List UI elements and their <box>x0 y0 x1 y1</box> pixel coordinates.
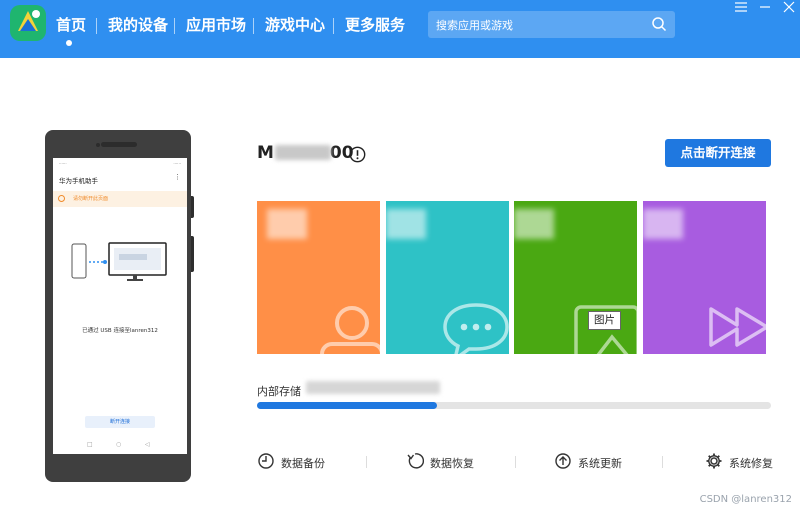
watermark: CSDN @lanren312 <box>699 494 792 505</box>
phone-home-icon: ○ <box>116 441 122 448</box>
videos-tile[interactable] <box>643 201 766 354</box>
action-divider <box>662 456 663 468</box>
redacted-storage-usage <box>306 381 440 394</box>
action-divider <box>366 456 367 468</box>
phone-earpiece <box>101 142 137 147</box>
nav-home[interactable]: 首页 <box>56 14 86 35</box>
gear-icon <box>706 453 722 469</box>
update-icon <box>555 453 571 469</box>
nav-divider <box>333 18 334 34</box>
contacts-icon <box>320 306 380 354</box>
minimize-icon[interactable] <box>757 0 773 14</box>
nav-game-center[interactable]: 游戏中心 <box>265 14 325 35</box>
info-icon[interactable] <box>349 146 366 163</box>
nav-active-indicator <box>66 40 72 46</box>
nav-app-market[interactable]: 应用市场 <box>186 14 246 35</box>
phone-warning-text: 请勿断开此页面 <box>73 196 109 202</box>
phone-side-button <box>191 196 194 218</box>
close-icon[interactable] <box>781 0 797 14</box>
nav-divider <box>96 18 97 34</box>
phone-warning-bar: 请勿断开此页面 <box>53 191 187 207</box>
search-icon[interactable] <box>651 16 667 32</box>
disconnect-button[interactable]: 点击断开连接 <box>665 139 771 167</box>
usb-connection-illustration-icon <box>71 242 167 281</box>
system-update-label: 系统更新 <box>578 457 622 470</box>
device-name-prefix: M <box>257 143 274 163</box>
phone-screen: ······ ······ 华为手机助手 ⋮ 请勿断开此页面 已通过 USB 连… <box>53 158 187 454</box>
phone-app-title: 华为手机助手 <box>59 177 98 185</box>
top-bar: 首页 我的设备 应用市场 游戏中心 更多服务 搜索应用或游戏 <box>0 0 800 58</box>
phone-side-button <box>191 236 194 272</box>
phone-camera <box>96 143 100 147</box>
restore-icon <box>407 453 424 469</box>
backup-icon <box>258 453 274 469</box>
warning-icon <box>58 195 65 202</box>
phone-connected-text: 已通过 USB 连接至lanren312 <box>82 328 158 334</box>
storage-progress-fill <box>257 402 437 409</box>
messages-tile[interactable] <box>386 201 509 354</box>
data-backup-label: 数据备份 <box>281 457 325 470</box>
phone-status-right: ······ <box>173 161 181 166</box>
redacted-tile-info <box>643 209 683 239</box>
phone-back-icon: ◁ <box>145 441 150 448</box>
messages-icon <box>443 303 509 354</box>
nav-my-devices[interactable]: 我的设备 <box>108 14 168 35</box>
redacted-tile-info <box>267 209 307 239</box>
menu-icon[interactable] <box>733 0 749 14</box>
system-repair-label: 系统修复 <box>729 457 773 470</box>
redacted-tile-info <box>386 209 426 239</box>
data-restore-label: 数据恢复 <box>430 457 474 470</box>
storage-progress-bar <box>257 402 771 409</box>
search-box[interactable]: 搜索应用或游戏 <box>428 11 675 38</box>
search-input[interactable]: 搜索应用或游戏 <box>436 17 513 33</box>
redacted-device-model <box>275 145 331 160</box>
app-logo-icon[interactable] <box>9 4 47 42</box>
videos-icon <box>709 307 766 347</box>
phone-menu-icon: ⋮ <box>174 173 181 181</box>
nav-divider <box>174 18 175 34</box>
pictures-tile[interactable] <box>514 201 637 354</box>
phone-status-left: ······ <box>59 161 67 166</box>
nav-divider <box>253 18 254 34</box>
phone-recent-icon: □ <box>87 441 93 448</box>
storage-label: 内部存储 <box>257 385 301 398</box>
nav-more-services[interactable]: 更多服务 <box>345 14 405 35</box>
tooltip: 图片 <box>588 311 621 330</box>
contacts-tile[interactable] <box>257 201 380 354</box>
redacted-tile-info <box>514 209 554 239</box>
action-divider <box>515 456 516 468</box>
phone-disconnect-button[interactable]: 断开连接 <box>85 416 155 428</box>
